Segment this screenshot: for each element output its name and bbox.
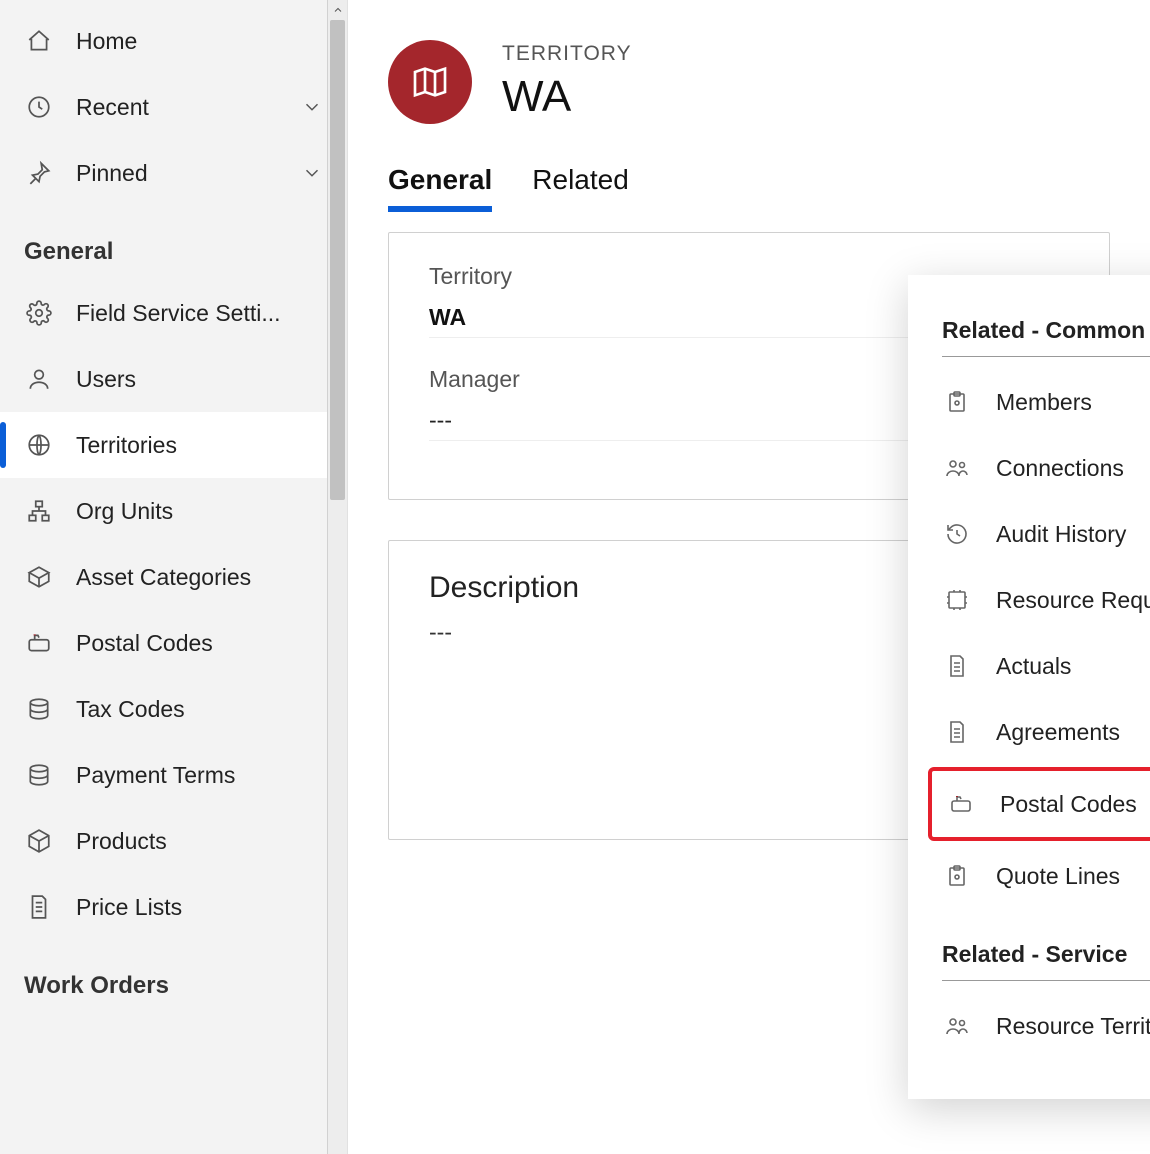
tab-related[interactable]: Related [532, 164, 629, 212]
flyout-item-label: Postal Codes [1000, 791, 1137, 818]
clipboard-gear-icon [942, 390, 972, 414]
home-icon [22, 28, 56, 54]
history-icon [942, 522, 972, 546]
stack-icon [22, 762, 56, 788]
main-content: TERRITORY WA General Related Territory W… [348, 0, 1150, 1154]
mailbox-icon [22, 630, 56, 656]
sidebar-item-price-lists[interactable]: Price Lists [0, 874, 347, 940]
sidebar-scrollbar[interactable] [327, 0, 347, 1154]
sidebar-item-label: Field Service Setti... [76, 300, 323, 327]
flyout-item-label: Actuals [996, 653, 1071, 680]
sidebar-item-label: Pinned [76, 160, 301, 187]
chevron-down-icon [301, 162, 323, 184]
box-open-icon [22, 564, 56, 590]
sidebar-item-users[interactable]: Users [0, 346, 347, 412]
stack-icon [22, 696, 56, 722]
flyout-item-postal-codes[interactable]: Postal Codes [932, 771, 1150, 837]
sidebar-item-asset-categories[interactable]: Asset Categories [0, 544, 347, 610]
sidebar: Home Recent Pinned General [0, 0, 348, 1154]
flyout-item-actuals[interactable]: Actuals [908, 633, 1150, 699]
scrollbar-thumb[interactable] [330, 20, 345, 500]
scroll-up-button[interactable] [328, 0, 347, 20]
record-title: WA [502, 72, 632, 122]
globe-icon [22, 432, 56, 458]
sidebar-section-general: General [0, 206, 347, 280]
flyout-item-label: Resource Territories [996, 1013, 1150, 1040]
clock-icon [22, 94, 56, 120]
flyout-item-label: Resource Requirements [996, 587, 1150, 614]
flyout-item-resource-territories[interactable]: Resource Territories [908, 993, 1150, 1059]
flyout-section-service: Related - Service [942, 929, 1150, 981]
chevron-down-icon [301, 96, 323, 118]
entity-type-label: TERRITORY [502, 42, 632, 66]
clipboard-gear-icon [942, 864, 972, 888]
flyout-section-common: Related - Common [942, 305, 1150, 357]
sidebar-item-field-service-settings[interactable]: Field Service Setti... [0, 280, 347, 346]
sidebar-item-payment-terms[interactable]: Payment Terms [0, 742, 347, 808]
sidebar-item-home[interactable]: Home [0, 8, 347, 74]
sidebar-item-recent[interactable]: Recent [0, 74, 347, 140]
sidebar-item-postal-codes[interactable]: Postal Codes [0, 610, 347, 676]
people-icon [942, 456, 972, 480]
doc-icon [942, 720, 972, 744]
user-icon [22, 366, 56, 392]
flyout-item-label: Agreements [996, 719, 1120, 746]
pin-icon [22, 160, 56, 186]
sidebar-item-org-units[interactable]: Org Units [0, 478, 347, 544]
sidebar-item-label: Org Units [76, 498, 323, 525]
sidebar-item-label: Payment Terms [76, 762, 323, 789]
flyout-item-quote-lines[interactable]: Quote Lines [908, 843, 1150, 909]
sidebar-item-tax-codes[interactable]: Tax Codes [0, 676, 347, 742]
sidebar-section-work-orders: Work Orders [0, 940, 347, 1014]
doc-icon [942, 654, 972, 678]
sidebar-item-label: Price Lists [76, 894, 323, 921]
flyout-item-members[interactable]: Members [908, 369, 1150, 435]
record-header: TERRITORY WA [388, 40, 1110, 124]
tab-general[interactable]: General [388, 164, 492, 212]
doc-icon [22, 894, 56, 920]
plugin-icon [942, 588, 972, 612]
sidebar-item-label: Territories [76, 432, 323, 459]
related-flyout: Related - Common Members Connections Aud… [908, 275, 1150, 1099]
flyout-item-resource-requirements[interactable]: Resource Requirements [908, 567, 1150, 633]
flyout-item-label: Connections [996, 455, 1124, 482]
flyout-item-postal-codes-highlight: Postal Codes [928, 767, 1150, 841]
cube-icon [22, 828, 56, 854]
flyout-item-label: Members [996, 389, 1092, 416]
territory-icon [388, 40, 472, 124]
sidebar-item-label: Tax Codes [76, 696, 323, 723]
flyout-item-connections[interactable]: Connections [908, 435, 1150, 501]
sidebar-item-products[interactable]: Products [0, 808, 347, 874]
org-icon [22, 498, 56, 524]
flyout-item-agreements[interactable]: Agreements [908, 699, 1150, 765]
sidebar-item-label: Postal Codes [76, 630, 323, 657]
people-icon [942, 1014, 972, 1038]
sidebar-item-label: Home [76, 28, 323, 55]
sidebar-item-pinned[interactable]: Pinned [0, 140, 347, 206]
gear-icon [22, 300, 56, 326]
sidebar-item-label: Products [76, 828, 323, 855]
sidebar-item-label: Asset Categories [76, 564, 323, 591]
flyout-item-audit-history[interactable]: Audit History [908, 501, 1150, 567]
flyout-item-label: Quote Lines [996, 863, 1120, 890]
flyout-item-label: Audit History [996, 521, 1126, 548]
sidebar-item-label: Recent [76, 94, 301, 121]
sidebar-item-label: Users [76, 366, 323, 393]
tab-bar: General Related [388, 164, 1110, 212]
sidebar-item-territories[interactable]: Territories [0, 412, 347, 478]
mailbox-icon [946, 792, 976, 816]
